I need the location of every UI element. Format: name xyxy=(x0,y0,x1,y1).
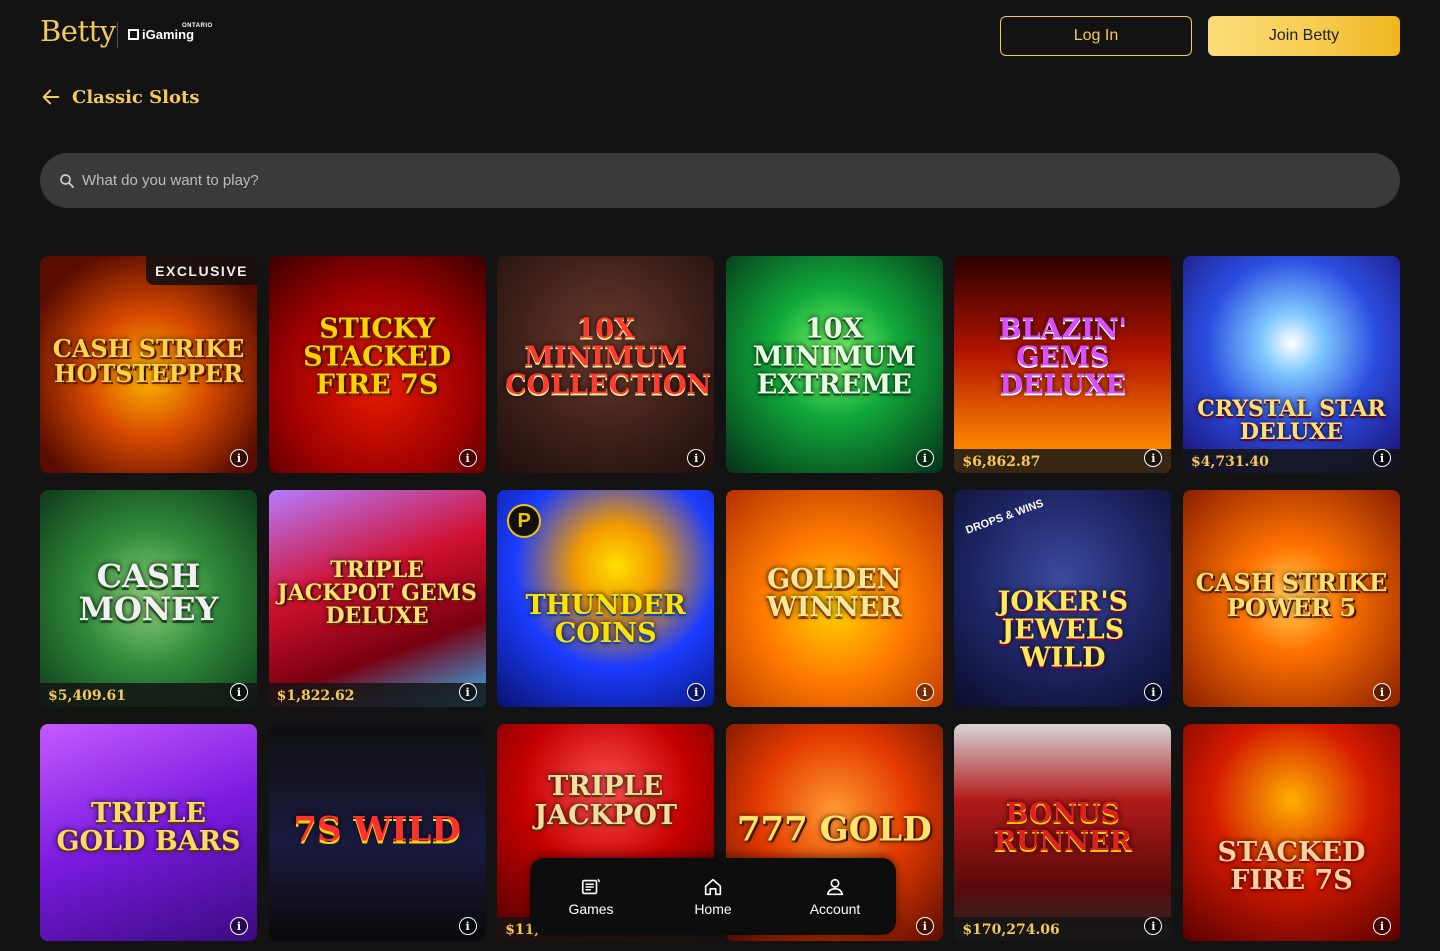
info-icon[interactable]: i xyxy=(915,917,934,935)
game-tile[interactable]: Joker's Jewels Wild DROPS & WINS i xyxy=(954,490,1172,707)
game-title: Joker's Jewels Wild xyxy=(997,586,1129,674)
game-tile[interactable]: 10x Minimum Extreme i xyxy=(725,256,943,473)
game-grid: Cash Strike Hotstepper EXCLUSIVE i Stick… xyxy=(40,256,1400,941)
info-icon[interactable]: i xyxy=(230,449,248,467)
nav-account[interactable]: Account xyxy=(780,876,890,917)
back-link[interactable]: Classic Slots xyxy=(40,84,199,110)
game-title: 10x Minimum Collection xyxy=(505,313,712,401)
game-title: Cash Money xyxy=(78,556,219,629)
game-title: Triple Jackpot Gems Deluxe xyxy=(277,556,477,629)
game-art xyxy=(1182,724,1400,941)
game-title: 10x Minimum Extreme xyxy=(752,313,916,401)
game-title: 777 Gold xyxy=(736,808,932,849)
nav-games[interactable]: Games xyxy=(536,876,646,917)
info-icon[interactable]: i xyxy=(1372,449,1391,467)
game-tile[interactable]: Crystal Star Deluxe $4,731.40 i xyxy=(1182,256,1400,473)
betty-logo[interactable]: Betty xyxy=(40,14,116,48)
logo-divider xyxy=(117,22,118,48)
jackpot-bar: $4,731.40 xyxy=(1182,449,1400,473)
game-tile[interactable]: Thunder Coins P i xyxy=(497,490,715,707)
info-icon[interactable]: i xyxy=(915,449,934,467)
info-icon[interactable]: i xyxy=(458,917,477,935)
join-button[interactable]: Join Betty xyxy=(1208,16,1400,56)
game-title: Crystal Star Deluxe xyxy=(1197,396,1386,446)
game-tile[interactable]: Triple Jackpot Gems Deluxe $1,822.62 i xyxy=(268,490,486,707)
info-icon[interactable]: i xyxy=(458,449,477,467)
info-icon[interactable]: i xyxy=(230,683,248,701)
game-tile[interactable]: Cash Strike Power 5 i xyxy=(1182,490,1400,707)
game-title: Blazin' Gems Deluxe xyxy=(998,313,1127,401)
info-icon[interactable]: i xyxy=(230,917,248,935)
games-icon xyxy=(581,878,600,895)
page-title: Classic Slots xyxy=(72,86,200,108)
partner-superscript: ONTARIO xyxy=(182,23,213,29)
search-bar[interactable] xyxy=(40,153,1400,208)
arrow-left-icon xyxy=(42,89,60,105)
login-button[interactable]: Log In xyxy=(1000,16,1192,56)
nav-games-label: Games xyxy=(568,901,614,917)
game-tile[interactable]: Bonus Runner $170,274.06 i xyxy=(954,724,1172,941)
game-title: Triple Jackpot xyxy=(534,771,677,831)
jackpot-amount: $170,274.06 xyxy=(962,922,1060,938)
partner-label: iGaming xyxy=(142,27,195,42)
jackpot-amount: $5,409.61 xyxy=(48,688,126,704)
info-icon[interactable]: i xyxy=(1372,683,1391,701)
game-title: Sticky Stacked Fire 7s xyxy=(303,313,452,401)
p-badge: P xyxy=(507,504,542,538)
jackpot-amount: $4,731.40 xyxy=(1190,454,1269,470)
home-icon xyxy=(704,878,722,896)
exclusive-badge: EXCLUSIVE xyxy=(146,256,257,285)
jackpot-amount: $1,822.62 xyxy=(276,688,355,704)
game-tile[interactable]: Sticky Stacked Fire 7s i xyxy=(268,256,486,473)
game-title: Stacked Fire 7s xyxy=(1217,836,1366,897)
game-tile[interactable]: 10x Minimum Collection i xyxy=(497,256,715,473)
game-title: Bonus Runner xyxy=(993,797,1133,857)
game-tile[interactable]: Cash Strike Hotstepper EXCLUSIVE i xyxy=(40,256,257,473)
jackpot-bar: $6,862.87 xyxy=(954,449,1172,473)
jackpot-bar: $1,822.62 xyxy=(268,683,486,707)
nav-home-label: Home xyxy=(694,901,732,917)
game-tile[interactable]: Golden Winner i xyxy=(725,490,943,707)
nav-account-label: Account xyxy=(809,901,861,917)
game-title: Cash Strike Power 5 xyxy=(1195,567,1388,622)
info-icon[interactable]: i xyxy=(458,683,477,701)
igaming-square-icon xyxy=(128,29,139,40)
bottom-nav: Games Home Account xyxy=(530,858,896,935)
info-icon[interactable]: i xyxy=(1372,917,1391,935)
header: Betty iGaming ONTARIO Log In Join Betty xyxy=(0,0,1440,72)
nav-home[interactable]: Home xyxy=(658,876,768,917)
jackpot-bar: $5,409.61 xyxy=(40,683,257,707)
igaming-ontario-logo: iGaming ONTARIO xyxy=(128,23,212,42)
game-tile[interactable]: Cash Money $5,409.61 i xyxy=(40,490,257,707)
game-title: Thunder Coins xyxy=(525,589,686,649)
account-icon xyxy=(826,878,844,896)
search-input[interactable] xyxy=(82,160,1400,201)
game-tile[interactable]: 7s Wild i xyxy=(268,724,486,941)
game-tile[interactable]: Blazin' Gems Deluxe $6,862.87 i xyxy=(954,256,1172,473)
game-tile[interactable]: Stacked Fire 7s i xyxy=(1182,724,1400,941)
jackpot-amount: $6,862.87 xyxy=(962,454,1041,470)
game-title: Triple Gold Bars xyxy=(56,797,241,857)
game-tile[interactable]: Triple Gold Bars i xyxy=(40,724,257,941)
jackpot-bar: $170,274.06 xyxy=(954,917,1172,941)
game-title: Golden Winner xyxy=(766,563,902,623)
search-icon xyxy=(60,173,74,188)
info-icon[interactable]: i xyxy=(915,683,934,701)
game-title: 7s Wild xyxy=(293,808,461,849)
game-title: Cash Strike Hotstepper xyxy=(52,333,245,388)
